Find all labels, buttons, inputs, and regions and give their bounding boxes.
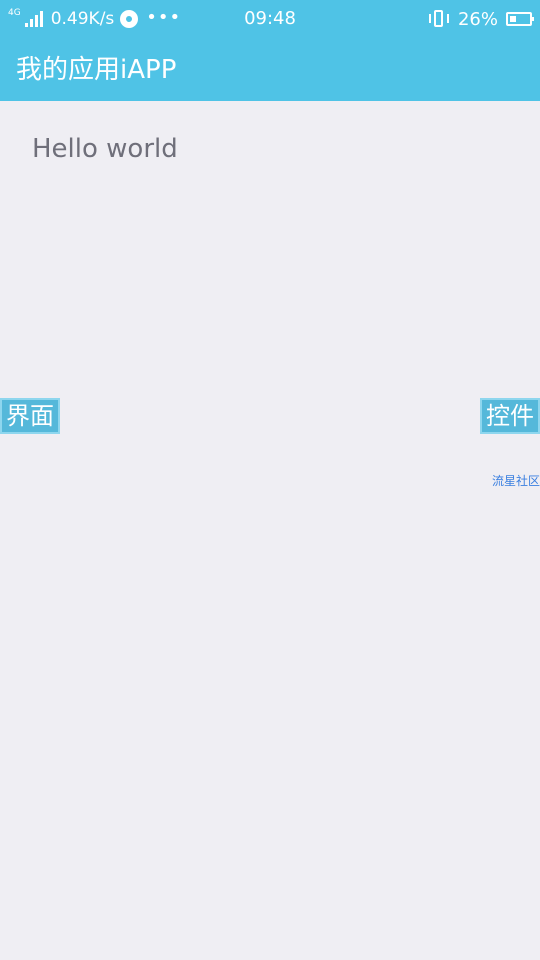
status-right-group: 26% [428, 8, 534, 30]
controls-button[interactable]: 控件 [480, 398, 540, 434]
vibrate-icon [428, 9, 450, 29]
status-bar: 4G 0.49K/s ••• 09:48 26% [0, 0, 540, 38]
app-bar: 我的应用iAPP [0, 38, 540, 101]
app-title: 我的应用iAPP [16, 55, 177, 85]
community-link[interactable]: 流星社区 [492, 472, 540, 489]
hello-world-text: Hello world [32, 134, 178, 164]
interface-button[interactable]: 界面 [0, 398, 60, 434]
battery-percent: 26% [457, 8, 498, 30]
battery-icon [506, 12, 534, 26]
